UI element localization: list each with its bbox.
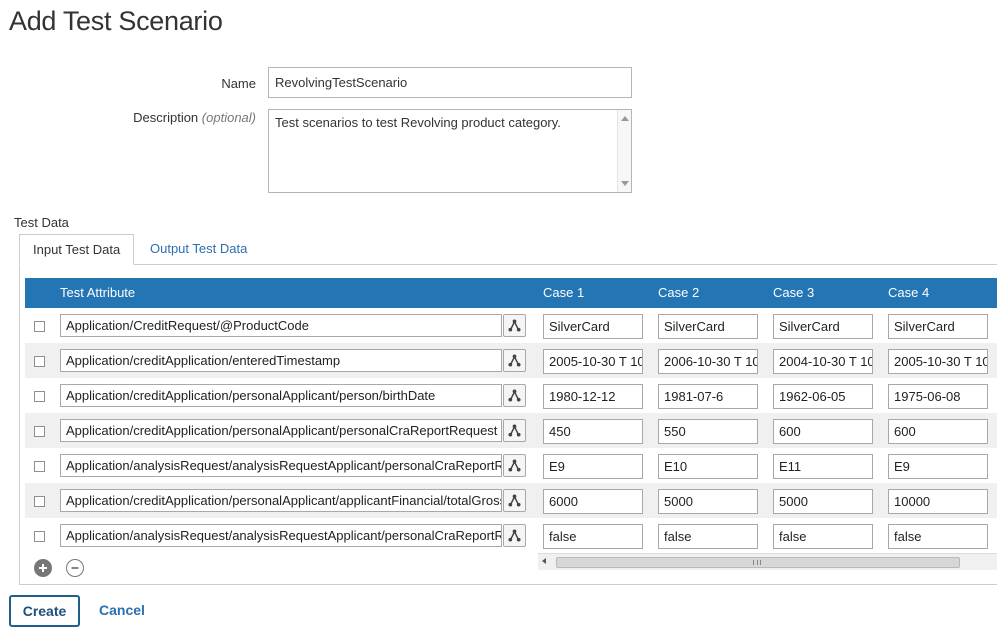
page-title: Add Test Scenario	[9, 6, 223, 36]
cancel-link[interactable]: Cancel	[99, 602, 145, 618]
plus-circle-icon	[39, 564, 47, 572]
optional-hint: (optional)	[201, 110, 256, 125]
test-data-label: Test Data	[14, 215, 69, 230]
case-cell[interactable]: 1981-07-6	[658, 384, 758, 409]
mapping-icon	[508, 354, 521, 367]
mapping-button[interactable]	[503, 489, 526, 512]
case-cell[interactable]: 6000	[543, 489, 643, 514]
description-text: Test scenarios to test Revolving product…	[275, 115, 561, 130]
case-cell[interactable]: false	[888, 524, 988, 549]
horizontal-scrollbar[interactable]	[538, 553, 997, 570]
case-cell[interactable]: E9	[543, 454, 643, 479]
mapping-button[interactable]	[503, 524, 526, 547]
column-header-case-2: Case 2	[658, 285, 700, 300]
scrollbar-thumb[interactable]	[556, 557, 960, 568]
create-button[interactable]: Create	[9, 595, 80, 627]
row-checkbox[interactable]	[34, 461, 45, 472]
case-cell[interactable]: E10	[658, 454, 758, 479]
column-header-case-4: Case 4	[888, 285, 930, 300]
row-checkbox[interactable]	[34, 426, 45, 437]
column-header-test-attribute: Test Attribute	[60, 285, 136, 300]
mapping-icon	[508, 459, 521, 472]
case-cell[interactable]: false	[543, 524, 643, 549]
test-attribute-input[interactable]: Application/analysisRequest/analysisRequ…	[60, 454, 502, 477]
mapping-icon	[508, 424, 521, 437]
row-checkbox[interactable]	[34, 391, 45, 402]
mapping-button[interactable]	[503, 454, 526, 477]
name-input[interactable]: RevolvingTestScenario	[268, 67, 632, 98]
case-cell[interactable]: SilverCard	[773, 314, 873, 339]
test-attribute-input[interactable]: Application/creditApplication/personalAp…	[60, 419, 502, 442]
row-checkbox[interactable]	[34, 531, 45, 542]
description-textarea[interactable]: Test scenarios to test Revolving product…	[268, 109, 632, 193]
case-cell[interactable]: SilverCard	[888, 314, 988, 339]
description-label: Description (optional)	[120, 110, 256, 125]
case-cell[interactable]: 1962-06-05	[773, 384, 873, 409]
grip-icon	[753, 560, 761, 565]
mapping-icon	[508, 389, 521, 402]
case-cell[interactable]: 2005-10-30 T 10:45	[888, 349, 988, 374]
case-cell[interactable]: 1980-12-12	[543, 384, 643, 409]
case-cell[interactable]: 2005-10-30 T 10:45	[543, 349, 643, 374]
case-cell[interactable]: E11	[773, 454, 873, 479]
case-cell[interactable]: 450	[543, 419, 643, 444]
add-row-button[interactable]	[34, 559, 52, 577]
description-scrollbar[interactable]	[617, 110, 631, 192]
mapping-button[interactable]	[503, 419, 526, 442]
test-attribute-input[interactable]: Application/analysisRequest/analysisRequ…	[60, 524, 502, 547]
scroll-up-icon[interactable]	[621, 116, 629, 121]
mapping-button[interactable]	[503, 314, 526, 337]
mapping-icon	[508, 529, 521, 542]
tab-input-test-data[interactable]: Input Test Data	[19, 234, 135, 265]
description-label-text: Description	[133, 110, 199, 125]
name-label: Name	[221, 76, 256, 91]
case-cell[interactable]: 10000	[888, 489, 988, 514]
minus-circle-icon	[71, 567, 79, 569]
case-cell[interactable]: SilverCard	[543, 314, 643, 339]
case-cell[interactable]: 5000	[658, 489, 758, 514]
table-header: Test Attribute Case 1 Case 2 Case 3 Case…	[25, 278, 997, 308]
tab-output-test-data[interactable]: Output Test Data	[137, 234, 260, 264]
case-cell[interactable]: 1975-06-08	[888, 384, 988, 409]
scroll-left-icon[interactable]	[542, 558, 546, 564]
case-cell[interactable]: 600	[773, 419, 873, 444]
case-cell[interactable]: 5000	[773, 489, 873, 514]
mapping-button[interactable]	[503, 349, 526, 372]
row-checkbox[interactable]	[34, 356, 45, 367]
test-attribute-input[interactable]: Application/creditApplication/personalAp…	[60, 489, 502, 512]
case-cell[interactable]: 2004-10-30 T 10:45	[773, 349, 873, 374]
case-cell[interactable]: 600	[888, 419, 988, 444]
mapping-icon	[508, 319, 521, 332]
test-attribute-input[interactable]: Application/creditApplication/enteredTim…	[60, 349, 502, 372]
case-cell[interactable]: false	[773, 524, 873, 549]
case-cell[interactable]: false	[658, 524, 758, 549]
column-header-case-1: Case 1	[543, 285, 585, 300]
remove-row-button[interactable]	[66, 559, 84, 577]
scroll-down-icon[interactable]	[621, 181, 629, 186]
column-header-case-3: Case 3	[773, 285, 815, 300]
test-attribute-input[interactable]: Application/CreditRequest/@ProductCode	[60, 314, 502, 337]
row-checkbox[interactable]	[34, 496, 45, 507]
mapping-button[interactable]	[503, 384, 526, 407]
case-cell[interactable]: SilverCard	[658, 314, 758, 339]
row-checkbox[interactable]	[34, 321, 45, 332]
case-cell[interactable]: 2006-10-30 T 10:45	[658, 349, 758, 374]
mapping-icon	[508, 494, 521, 507]
test-attribute-input[interactable]: Application/creditApplication/personalAp…	[60, 384, 502, 407]
case-cell[interactable]: E9	[888, 454, 988, 479]
case-cell[interactable]: 550	[658, 419, 758, 444]
